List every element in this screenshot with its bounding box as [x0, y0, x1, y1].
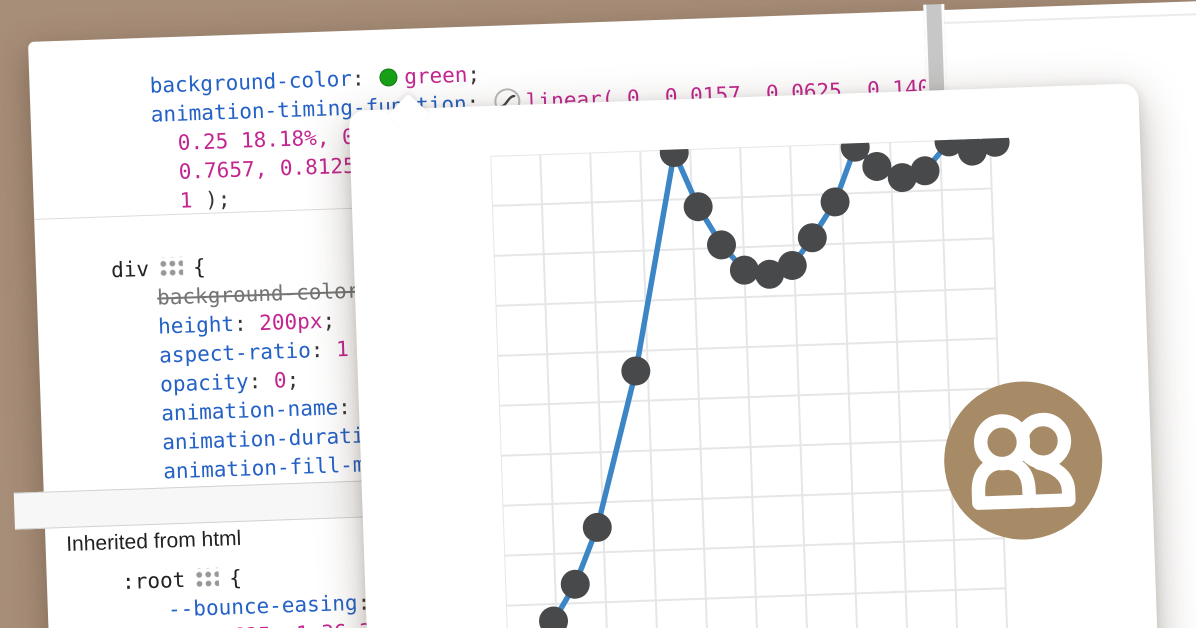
easing-stop-handle[interactable]: [560, 569, 590, 599]
easing-stop-handle[interactable]: [683, 192, 713, 222]
easing-stop-handle[interactable]: [539, 606, 569, 628]
devtools-styles-panel: background-color: green; animation-timin…: [28, 0, 1196, 628]
close-paren-semicolon: );: [192, 187, 231, 212]
people-icon: [942, 379, 1105, 542]
colon: :: [310, 337, 336, 362]
easing-stop-handle[interactable]: [659, 138, 689, 168]
easing-stop-handle[interactable]: [621, 356, 651, 386]
easing-chart[interactable]: [490, 138, 1031, 628]
easing-stop-handle[interactable]: [820, 187, 850, 217]
community-badge: [942, 379, 1105, 542]
css-property-value[interactable]: 1: [179, 188, 192, 212]
canvas: background-color: green; animation-timin…: [0, 0, 1196, 628]
easing-curve-line: [490, 140, 1012, 628]
right-person-body: [1033, 462, 1069, 501]
easing-stop-handle[interactable]: [582, 512, 612, 542]
left-person-head: [980, 420, 1024, 464]
chart-grid: [490, 138, 1011, 628]
easing-editor-popup: [349, 83, 1163, 628]
